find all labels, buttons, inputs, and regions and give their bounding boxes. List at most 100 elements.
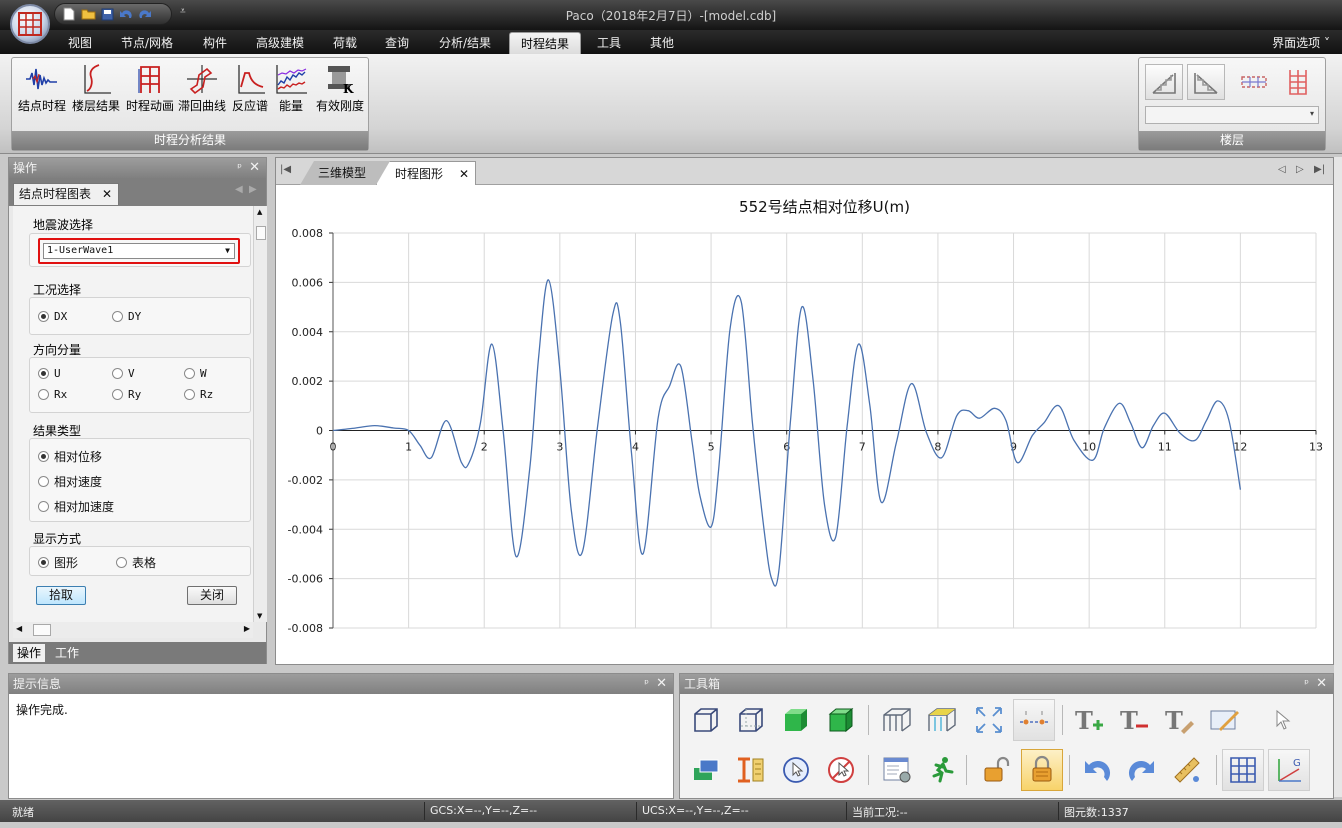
pin-icon[interactable]: ᵖ	[644, 674, 649, 694]
coordinate-axis-button[interactable]: G	[1268, 749, 1310, 791]
floor-down-button[interactable]	[1187, 64, 1225, 100]
tab-node-mesh[interactable]: 节点/网格	[110, 32, 184, 54]
result-radio-displacement[interactable]: 相对位移	[38, 448, 102, 465]
remove-text-button[interactable]: T	[1113, 699, 1155, 741]
tab-query[interactable]: 查询	[376, 32, 418, 54]
pick-button[interactable]: 拾取	[36, 586, 86, 605]
floor-select[interactable]: ▾	[1145, 106, 1319, 124]
scrollbar-thumb[interactable]	[256, 226, 266, 240]
result-radio-velocity[interactable]: 相对速度	[38, 473, 102, 490]
pin-icon[interactable]: ᵖ	[237, 158, 242, 178]
direction-radio-rx[interactable]: Rx	[38, 388, 67, 401]
close-tab-icon[interactable]: ✕	[459, 162, 469, 185]
grid-toggle-button[interactable]	[1222, 749, 1264, 791]
operation-panel-header: 操作 ᵖ ✕	[9, 158, 266, 178]
operation-panel-vertical-scrollbar[interactable]: ▲ ▼	[253, 206, 267, 622]
node-display-button[interactable]	[1013, 699, 1055, 741]
direction-radio-u[interactable]: U	[38, 367, 61, 380]
stair-down-icon	[1194, 73, 1218, 94]
case-radio-dy[interactable]: DY	[112, 310, 141, 323]
run-analysis-button[interactable]	[921, 749, 963, 791]
all-floors-button[interactable]	[1279, 64, 1317, 100]
tab-time-history-results[interactable]: 时程结果	[509, 32, 581, 54]
tab-member[interactable]: 构件	[194, 32, 236, 54]
shaded-box-button[interactable]	[775, 699, 817, 741]
scroll-down-icon[interactable]: ▼	[257, 612, 262, 620]
scroll-right-icon[interactable]: ▶	[244, 624, 250, 633]
undo-button[interactable]	[1076, 749, 1118, 791]
tab-node-time-history-chart[interactable]: 结点时程图表 ✕	[13, 183, 119, 205]
display-radio-graph[interactable]: 图形	[38, 554, 78, 571]
energy-button[interactable]: 能量	[274, 60, 308, 118]
ui-options-menu[interactable]: 界面选项 ˅	[1272, 34, 1330, 51]
single-floor-button[interactable]	[1235, 64, 1273, 100]
zoom-extents-button[interactable]	[968, 699, 1010, 741]
node-time-history-button[interactable]: 结点时程	[16, 60, 68, 118]
hysteresis-icon	[187, 65, 217, 95]
pin-icon[interactable]: ᵖ	[1304, 674, 1309, 694]
unlock-button[interactable]	[976, 749, 1018, 791]
hysteresis-curve-button[interactable]: 滞回曲线	[176, 60, 228, 118]
operation-panel-horizontal-scrollbar[interactable]: ◀ ▶	[13, 622, 253, 638]
direction-radio-v[interactable]: V	[112, 367, 135, 380]
select-pointer-button[interactable]	[1262, 699, 1304, 741]
close-icon[interactable]: ✕	[249, 158, 260, 178]
tab-last-icon[interactable]: ▶|	[1314, 164, 1325, 175]
tab-scroll-left-icon[interactable]: ◀	[235, 184, 243, 195]
scroll-left-icon[interactable]: ◀	[16, 624, 22, 633]
effective-stiffness-button[interactable]: K 有效刚度	[312, 60, 368, 118]
annotate-button[interactable]	[1204, 699, 1246, 741]
toolbox-panel: 工具箱 ᵖ ✕ T T T G	[679, 673, 1334, 799]
measure-button[interactable]	[1166, 749, 1208, 791]
layer-button[interactable]	[685, 749, 727, 791]
wireframe-box-button[interactable]	[685, 699, 727, 741]
close-icon[interactable]: ✕	[1316, 674, 1327, 694]
close-tab-icon[interactable]: ✕	[102, 184, 112, 204]
tab-load[interactable]: 荷载	[324, 32, 366, 54]
tab-other[interactable]: 其他	[640, 32, 684, 54]
scrollbar-thumb[interactable]	[33, 624, 51, 636]
chevron-down-icon[interactable]: ▼	[225, 244, 230, 258]
display-radio-table[interactable]: 表格	[116, 554, 156, 571]
tab-prev-icon[interactable]: ◁	[1278, 164, 1286, 175]
tab-operation[interactable]: 操作	[13, 644, 46, 662]
tab-scroll-right-icon[interactable]: ▶	[249, 184, 257, 195]
rotate-view-button[interactable]	[775, 749, 817, 791]
close-button[interactable]: 关闭	[187, 586, 237, 605]
time-history-animation-button[interactable]: 时程动画	[124, 60, 176, 118]
hidden-line-box-button[interactable]	[730, 699, 772, 741]
floor-up-button[interactable]	[1145, 64, 1183, 100]
tab-time-history-graph[interactable]: 时程图形 ✕	[376, 161, 476, 185]
result-radio-acceleration[interactable]: 相对加速度	[38, 498, 114, 515]
tab-work[interactable]: 工作	[51, 644, 83, 662]
redo-button[interactable]	[1121, 749, 1163, 791]
case-radio-dx[interactable]: DX	[38, 310, 67, 323]
display-settings-button[interactable]	[876, 749, 918, 791]
scroll-up-icon[interactable]: ▲	[257, 208, 262, 216]
tab-analysis-results[interactable]: 分析/结果	[428, 32, 502, 54]
y-tick-label: 0.002	[292, 375, 324, 388]
tab-advanced-modeling[interactable]: 高级建模	[246, 32, 314, 54]
close-icon[interactable]: ✕	[656, 674, 667, 694]
tab-tools[interactable]: 工具	[588, 32, 630, 54]
app-logo-button[interactable]	[10, 4, 50, 44]
shaded-edge-box-button[interactable]	[820, 699, 862, 741]
tab-next-icon[interactable]: ▷	[1296, 164, 1304, 175]
clear-text-button[interactable]: T	[1158, 699, 1200, 741]
no-rotate-button[interactable]	[820, 749, 862, 791]
direction-radio-w[interactable]: W	[184, 367, 207, 380]
status-current-case: 当前工况:--	[852, 806, 908, 819]
status-ready: 就绪	[12, 806, 34, 819]
wave-select[interactable]: 1-UserWave1 ▼	[43, 243, 235, 259]
response-spectrum-button[interactable]: 反应谱	[228, 60, 272, 118]
structure-render-button[interactable]	[921, 699, 963, 741]
direction-radio-rz[interactable]: Rz	[184, 388, 213, 401]
direction-radio-ry[interactable]: Ry	[112, 388, 141, 401]
section-property-button[interactable]	[730, 749, 772, 791]
lock-button[interactable]	[1021, 749, 1063, 791]
tab-view[interactable]: 视图	[58, 32, 102, 54]
add-text-button[interactable]: T	[1068, 699, 1110, 741]
floor-results-button[interactable]: 楼层结果	[70, 60, 122, 118]
tab-first-icon[interactable]: |◀	[280, 164, 291, 175]
structure-view-button[interactable]	[876, 699, 918, 741]
